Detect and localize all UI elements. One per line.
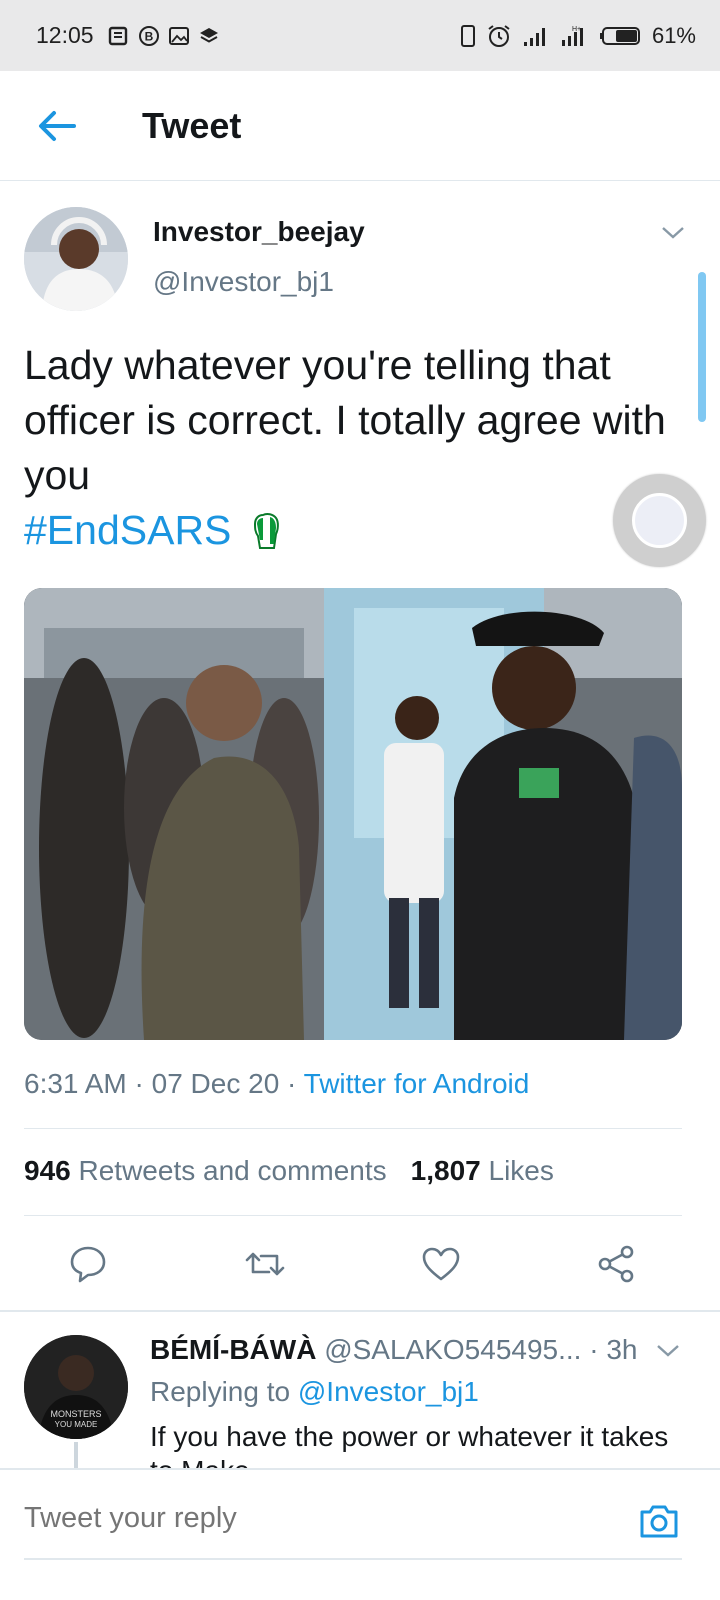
likes-label: Likes: [488, 1155, 554, 1186]
signal-icon: [523, 27, 545, 46]
arrow-left-icon[interactable]: [36, 109, 76, 143]
status-bar: 12:05 B H+ 61%: [0, 0, 720, 71]
tweet-actions: [0, 1232, 720, 1292]
battery-icon: [599, 26, 640, 45]
composer-underline: [24, 1558, 682, 1560]
reply-header: BÉMÍ-BÁWÀ @SALAKO545495... · 3h: [150, 1334, 637, 1366]
tweet-body: Lady whatever you're telling that office…: [24, 342, 666, 498]
tweet-date: 07 Dec 20: [151, 1068, 280, 1099]
battery-percent: 61%: [651, 22, 696, 48]
svg-text:MONSTERS: MONSTERS: [50, 1409, 101, 1419]
signal-hplus-icon: H+: [561, 26, 583, 46]
section-divider: [0, 1310, 720, 1312]
notes-icon: [108, 26, 127, 45]
reply-avatar-photo: MONSTERS YOU MADE: [24, 1335, 128, 1439]
reply-display-name[interactable]: BÉMÍ-BÁWÀ: [150, 1334, 316, 1365]
hashtag-link[interactable]: #EndSARS: [24, 507, 231, 553]
avatar-photo: [24, 207, 128, 311]
reply-input[interactable]: [24, 1502, 584, 1535]
reply-avatar[interactable]: MONSTERS YOU MADE: [24, 1335, 128, 1439]
status-left-icons: B: [108, 25, 220, 47]
replying-prefix: Replying to: [150, 1376, 291, 1407]
header: Tweet: [0, 71, 720, 181]
tweet-text: Lady whatever you're telling that office…: [24, 338, 674, 558]
replying-to: Replying to @Investor_bj1: [150, 1376, 479, 1408]
display-name[interactable]: Investor_beejay: [153, 216, 365, 248]
meta-separator-2: ·: [287, 1068, 297, 1099]
replying-mention[interactable]: @Investor_bj1: [298, 1376, 479, 1407]
chevron-down-icon[interactable]: [660, 224, 686, 242]
tweet-time: 6:31 AM: [24, 1068, 127, 1099]
image-icon: [168, 26, 189, 45]
status-time: 12:05: [36, 22, 94, 48]
floating-assist-button[interactable]: [613, 474, 706, 567]
tweet-meta: 6:31 AM · 07 Dec 20 · Twitter for Androi…: [24, 1068, 529, 1100]
retweets-label: Retweets and comments: [78, 1155, 387, 1186]
retweet-icon[interactable]: [243, 1242, 287, 1286]
camera-icon[interactable]: [638, 1502, 680, 1540]
svg-text:YOU MADE: YOU MADE: [55, 1420, 98, 1429]
reply-text: If you have the power or whatever it tak…: [150, 1421, 669, 1470]
media-photo: [24, 588, 682, 1040]
share-icon[interactable]: [595, 1242, 639, 1286]
like-icon[interactable]: [419, 1242, 463, 1286]
divider: [24, 1128, 682, 1129]
retweets-stat[interactable]: 946 Retweets and comments: [24, 1155, 387, 1187]
layers-icon: [199, 27, 218, 43]
divider: [24, 1215, 682, 1216]
reply-handle[interactable]: @SALAKO545495...: [324, 1334, 581, 1365]
reply-icon[interactable]: [66, 1242, 110, 1286]
svg-text:H+: H+: [572, 26, 581, 33]
meta-separator: ·: [134, 1068, 144, 1099]
floating-assist-inner: [632, 493, 687, 548]
likes-stat[interactable]: 1,807 Likes: [411, 1155, 554, 1187]
retweets-count: 946: [24, 1155, 71, 1186]
scroll-indicator[interactable]: [698, 272, 706, 422]
reply-composer: [0, 1468, 720, 1600]
tweet-media-image[interactable]: [24, 588, 682, 1040]
raised-fist-green-icon: [253, 513, 279, 549]
phone-outline-icon: [460, 24, 475, 47]
reply-age: · 3h: [589, 1334, 638, 1365]
likes-count: 1,807: [410, 1155, 481, 1186]
tweet-source-link[interactable]: Twitter for Android: [304, 1068, 530, 1099]
avatar[interactable]: [24, 207, 128, 311]
tweet-stats: 946 Retweets and comments 1,807 Likes: [24, 1155, 554, 1187]
page-title: Tweet: [142, 105, 242, 146]
alarm-icon: [488, 24, 510, 47]
user-handle[interactable]: @Investor_bj1: [153, 266, 334, 298]
status-right: H+ 61%: [460, 23, 696, 49]
b-circle-icon: B: [138, 25, 159, 46]
svg-text:B: B: [144, 29, 153, 43]
chevron-down-icon[interactable]: [655, 1342, 681, 1360]
